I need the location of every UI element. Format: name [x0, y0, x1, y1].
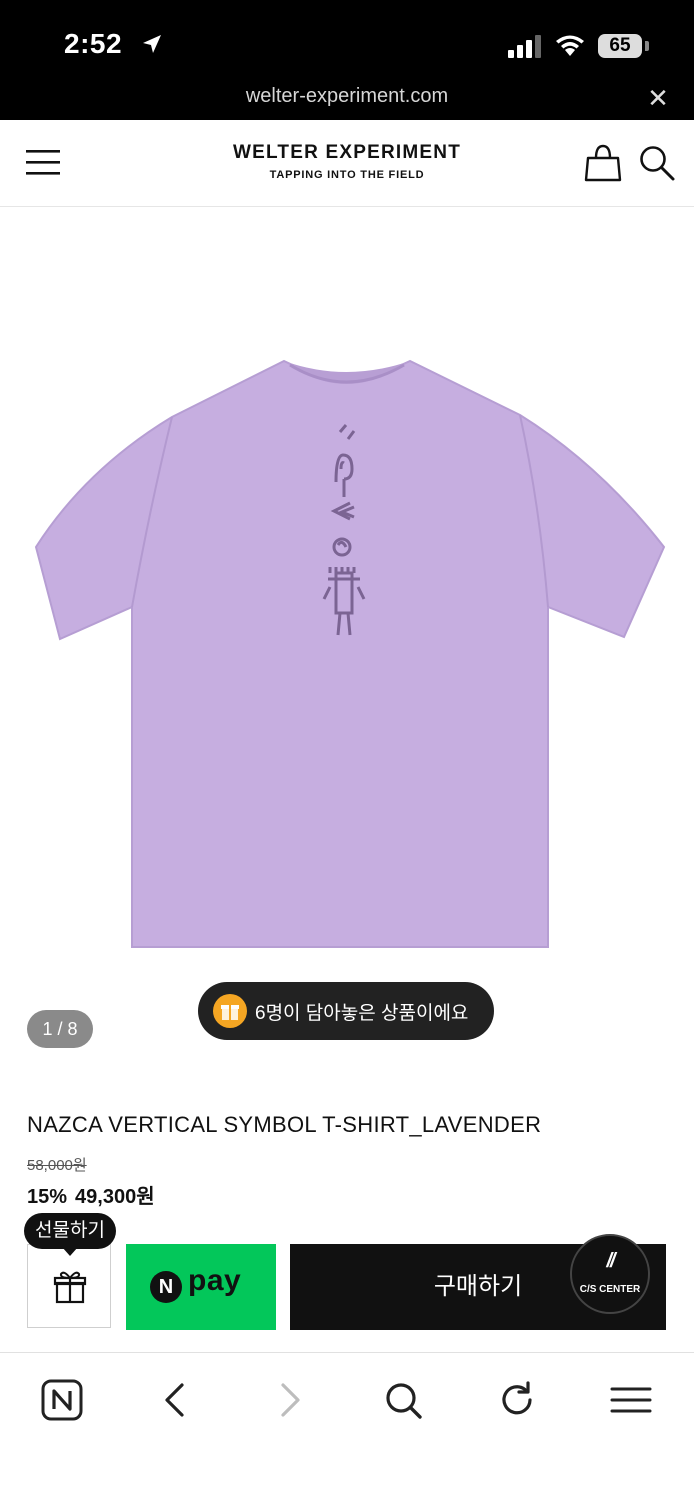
refresh-icon[interactable] — [492, 1375, 542, 1425]
browser-toolbar — [0, 1352, 694, 1501]
gift-button[interactable] — [27, 1244, 111, 1328]
battery-tip — [645, 41, 649, 51]
npay-button[interactable]: N pay — [126, 1244, 276, 1330]
tshirt-back-image — [34, 359, 666, 948]
status-time: 2:52 — [64, 28, 123, 59]
gift-box-icon — [213, 994, 247, 1028]
discount-rate: 15% — [27, 1186, 68, 1208]
image-counter: 1 / 8 — [27, 1010, 93, 1048]
location-arrow-icon — [143, 35, 161, 53]
cellular-signal-icon — [508, 35, 541, 58]
shopping-bag-icon[interactable] — [584, 144, 622, 182]
cart-count-badge: 6명이 담아놓은 상품이에요 — [198, 982, 494, 1040]
original-price: 58,000원 — [27, 1157, 87, 1174]
forward-icon[interactable] — [265, 1375, 315, 1425]
tshirt-body — [34, 359, 666, 948]
cs-logo-icon: // — [606, 1250, 615, 1272]
wifi-icon — [556, 35, 584, 56]
gift-tooltip: 선물하기 — [24, 1213, 116, 1249]
naver-home-icon[interactable] — [37, 1375, 87, 1425]
browser-url[interactable]: welter-experiment.com — [0, 85, 694, 108]
search-icon[interactable] — [638, 144, 676, 182]
product-name: NAZCA VERTICAL SYMBOL T-SHIRT_LAVENDER — [27, 1112, 542, 1137]
search-icon[interactable] — [378, 1375, 428, 1425]
gift-tooltip-arrow — [62, 1247, 78, 1256]
npay-label: pay — [188, 1264, 242, 1297]
menu-icon[interactable] — [606, 1375, 656, 1425]
sale-price: 49,300원 — [75, 1186, 155, 1208]
site-header: WELTER EXPERIMENT TAPPING INTO THE FIELD — [0, 120, 694, 207]
npay-logo-icon: N — [150, 1271, 182, 1303]
close-icon[interactable]: ✕ — [646, 85, 670, 111]
product-image[interactable] — [0, 207, 694, 1087]
battery-indicator: 65 — [598, 34, 642, 58]
sale-price-row: 15% 49,300원 — [27, 1180, 163, 1209]
cs-center-button[interactable]: // C/S CENTER — [570, 1234, 650, 1314]
back-icon[interactable] — [150, 1375, 200, 1425]
gift-icon — [53, 1271, 87, 1304]
cs-center-label: C/S CENTER — [579, 1284, 641, 1295]
cart-badge-text: 6명이 담아놓은 상품이에요 — [255, 1003, 469, 1024]
status-bar: 2:52 65 welter-experiment.com ✕ — [0, 0, 694, 120]
